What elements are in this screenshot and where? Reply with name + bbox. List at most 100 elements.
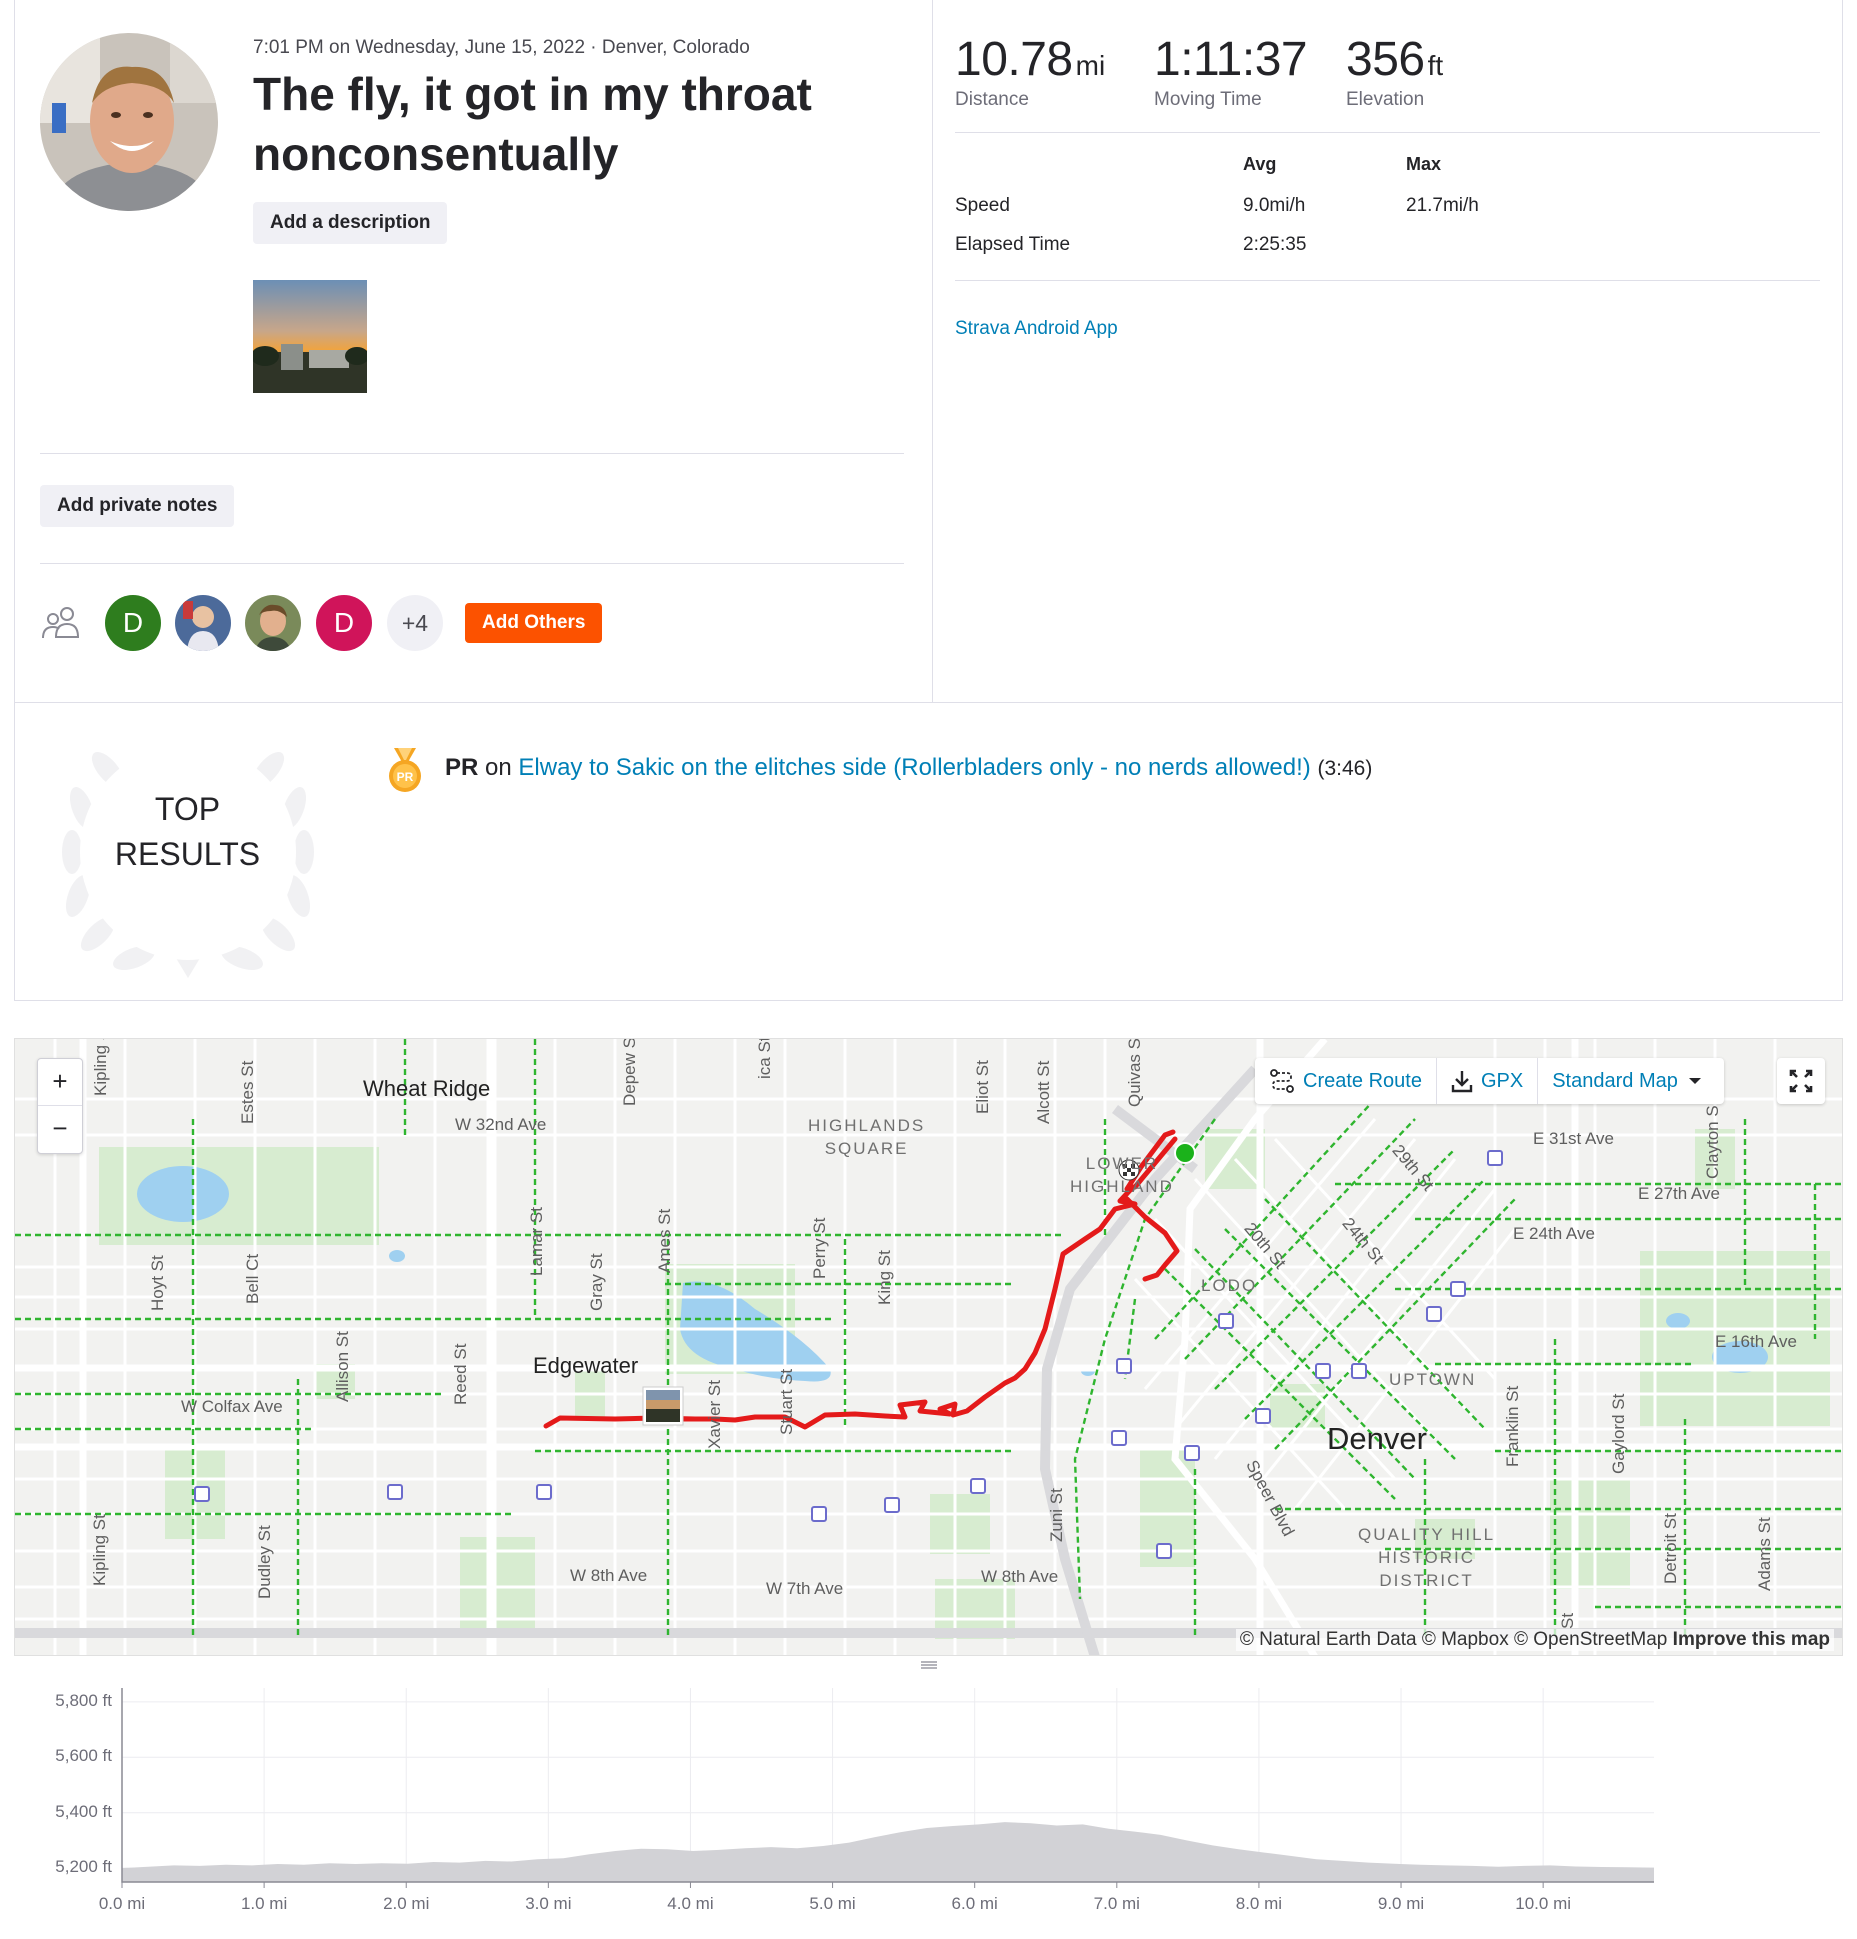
stats-row-label: Elapsed Time <box>955 234 1071 255</box>
elevation-x-label: 6.0 mi <box>951 1894 998 1913</box>
map-label-lower-highland: LOWER HIGHLAND <box>1070 1154 1174 1196</box>
group-athlete-avatar[interactable]: D <box>105 595 161 651</box>
zoom-in-button[interactable]: + <box>38 1059 82 1106</box>
map-label-street: Xavier St <box>705 1380 724 1449</box>
pr-medal-text: PR <box>397 770 414 784</box>
improve-map-link[interactable]: Improve this map <box>1673 1629 1830 1650</box>
route-map[interactable]: Wheat Ridge Edgewater Denver HIGHLANDS SQ… <box>14 1038 1843 1656</box>
add-others-button[interactable]: Add Others <box>465 603 603 643</box>
card-divider <box>932 0 933 703</box>
speed-avg: 9.0mi/h <box>1243 195 1306 216</box>
map-label-street: Estes St <box>238 1060 257 1124</box>
pr-label: PR <box>445 754 479 781</box>
distance-unit: mi <box>1075 50 1106 81</box>
stats-row-label: Speed <box>955 195 1010 216</box>
map-label-uptown: UPTOWN <box>1389 1370 1477 1389</box>
chevron-down-icon <box>1688 1078 1701 1084</box>
fullscreen-button[interactable] <box>1777 1058 1825 1104</box>
map-style-dropdown[interactable]: Standard Map <box>1538 1058 1724 1104</box>
source-app-link[interactable]: Strava Android App <box>955 318 1118 340</box>
elevation-unit: ft <box>1427 50 1444 81</box>
gpx-download-button[interactable]: GPX <box>1437 1058 1539 1104</box>
elevation-y-label: 5,600 ft <box>55 1746 112 1766</box>
elevation-value: 356 <box>1346 33 1425 86</box>
map-toolbar: Create Route GPX Standard Map <box>1255 1058 1724 1104</box>
activity-title[interactable]: The fly, it got in my throat nonconsentu… <box>253 64 893 184</box>
group-athlete-avatar[interactable] <box>245 595 301 651</box>
pr-medal-icon: PR <box>389 748 421 792</box>
map-label-street: Quivas S <box>1125 1038 1144 1107</box>
map-label-street: Alcott St <box>1034 1060 1053 1124</box>
map-label-street: Franklin St <box>1503 1385 1522 1467</box>
moving-time-value: 1:11:37 <box>1154 33 1308 86</box>
create-route-label: Create Route <box>1303 1069 1422 1092</box>
map-label-street: W 8th Ave <box>981 1567 1059 1586</box>
divider <box>40 453 904 454</box>
expand-icon <box>1789 1069 1813 1093</box>
map-zoom-control: + − <box>37 1058 83 1154</box>
zoom-out-button[interactable]: − <box>38 1106 82 1153</box>
add-private-notes-button[interactable]: Add private notes <box>40 485 235 527</box>
map-label-street: Depew S <box>620 1038 639 1106</box>
route-icon <box>1270 1069 1294 1093</box>
elevation-x-label: 10.0 mi <box>1515 1894 1572 1913</box>
resize-handle-icon[interactable] <box>919 1660 939 1670</box>
map-label-street: Stuart St <box>777 1368 796 1435</box>
stat-moving-time: 1:11:37 Moving Time <box>1154 32 1308 111</box>
map-label-wheat-ridge: Wheat Ridge <box>363 1076 491 1101</box>
map-label-street: Gray St <box>587 1253 606 1311</box>
group-people-icon <box>42 607 80 639</box>
map-label-street: King St <box>875 1250 894 1305</box>
group-athlete-avatar[interactable]: D <box>316 595 372 651</box>
map-label-street: Adams St <box>1755 1517 1774 1591</box>
divider <box>955 280 1820 281</box>
map-label-street: St <box>1558 1612 1577 1629</box>
stat-distance: 10.78 mi Distance <box>955 32 1105 111</box>
elevation-x-label: 4.0 mi <box>667 1894 714 1913</box>
activity-photo[interactable] <box>253 280 367 393</box>
map-label-street: ica St <box>755 1038 774 1079</box>
map-label-edgewater: Edgewater <box>533 1353 639 1378</box>
distance-value: 10.78 <box>955 33 1073 86</box>
elevation-x-label: 3.0 mi <box>525 1894 572 1913</box>
activity-meta: 7:01 PM on Wednesday, June 15, 2022 · De… <box>253 37 750 58</box>
elevation-x-label: 2.0 mi <box>383 1894 430 1913</box>
more-athletes-badge[interactable]: +4 <box>387 595 443 651</box>
elevation-chart[interactable]: 5,800 ft 5,600 ft 5,400 ft 5,200 ft 0.0 mi 1… <box>14 1672 1843 1939</box>
map-label-lodo: LODO <box>1201 1276 1258 1295</box>
distance-label: Distance <box>955 89 1029 110</box>
map-label-street: Reed St <box>451 1343 470 1405</box>
elevation-x-label: 7.0 mi <box>1093 1894 1140 1913</box>
map-label-street: E 27th Ave <box>1638 1184 1720 1203</box>
elevation-y-label: 5,800 ft <box>55 1690 112 1710</box>
map-label-denver: Denver <box>1327 1421 1427 1456</box>
create-route-button[interactable]: Create Route <box>1255 1058 1437 1104</box>
elapsed-time-avg: 2:25:35 <box>1243 234 1307 255</box>
divider <box>955 132 1820 133</box>
map-label-street: Allison St <box>333 1331 352 1402</box>
athlete-avatar[interactable] <box>40 33 218 211</box>
group-athlete-avatar[interactable] <box>175 595 231 651</box>
map-label-street: Zuni St <box>1047 1488 1066 1542</box>
segment-link[interactable]: Elway to Sakic on the elitches side (Rol… <box>518 754 1310 781</box>
map-label-street: Kipling St <box>91 1038 110 1096</box>
download-icon <box>1451 1071 1473 1093</box>
map-label-highlands-square: HIGHLANDS SQUARE <box>808 1116 926 1158</box>
map-label-street: E 16th Ave <box>1715 1332 1797 1351</box>
map-label-street: Bell Ct <box>243 1253 262 1304</box>
elevation-label: Elevation <box>1346 89 1425 110</box>
map-label-street: Clayton S <box>1703 1105 1722 1179</box>
map-label-street: W Colfax Ave <box>181 1397 283 1416</box>
top-results-heading: TOP RESULTS <box>114 791 261 872</box>
elevation-x-label: 0.0 mi <box>98 1894 146 1913</box>
map-label-street: E 31st Ave <box>1533 1129 1614 1148</box>
stat-elevation: 356 ft Elevation <box>1346 32 1443 111</box>
elevation-y-label: 5,400 ft <box>55 1801 112 1821</box>
elevation-profile-area <box>122 1822 1654 1882</box>
segment-time: (3:46) <box>1317 757 1373 780</box>
speed-max: 21.7mi/h <box>1406 195 1479 216</box>
moving-time-label: Moving Time <box>1154 89 1262 110</box>
map-label-street: Gaylord St <box>1609 1393 1628 1474</box>
map-label-street: W 32nd Ave <box>455 1115 547 1134</box>
add-description-button[interactable]: Add a description <box>253 202 448 244</box>
